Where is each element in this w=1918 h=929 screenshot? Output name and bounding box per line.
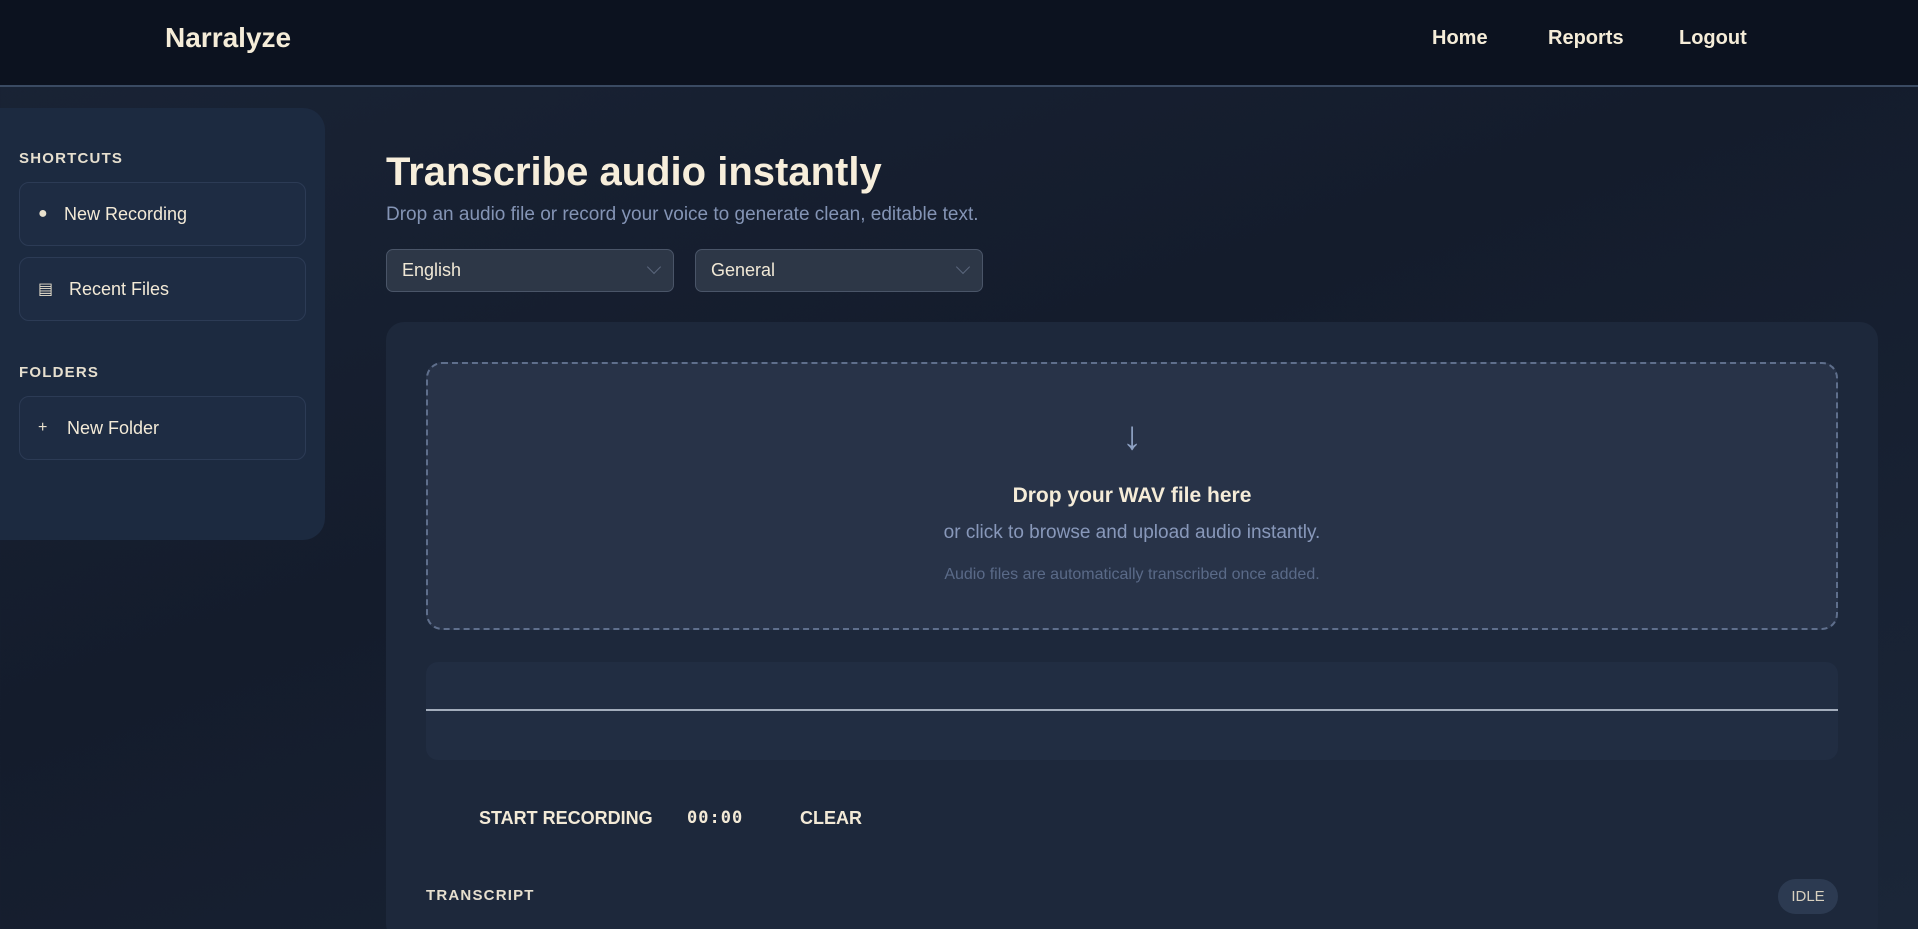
clear-button[interactable]: CLEAR: [800, 808, 862, 829]
nav-reports-link[interactable]: Reports: [1548, 27, 1624, 50]
nav-home-link[interactable]: Home: [1432, 27, 1488, 50]
waveform-line: [426, 709, 1838, 711]
download-arrow-icon: ↓: [1122, 414, 1142, 458]
waveform-display: [426, 662, 1838, 760]
sidebar-item-label: New Folder: [67, 417, 160, 438]
dropzone-title: Drop your WAV file here: [1012, 484, 1252, 507]
shortcuts-heading: SHORTCUTS: [19, 150, 124, 167]
chevron-down-icon: [646, 259, 662, 275]
sidebar-item-new-folder[interactable]: + New Folder: [19, 396, 306, 460]
record-dot-icon: ●: [38, 205, 48, 222]
sidebar-item-label: Recent Files: [69, 278, 170, 299]
page-subtitle: Drop an audio file or record your voice …: [386, 204, 979, 225]
plus-icon: +: [38, 419, 48, 436]
top-navbar: Narralyze Home Reports Logout: [0, 0, 1918, 87]
language-select-value: English: [402, 260, 462, 280]
status-badge: IDLE: [1778, 879, 1838, 914]
mode-select[interactable]: General: [695, 249, 983, 292]
list-icon: ▤: [38, 281, 54, 298]
nav-logout-link[interactable]: Logout: [1679, 27, 1747, 50]
brand-logo[interactable]: Narralyze: [165, 22, 291, 54]
sidebar: SHORTCUTS ● New Recording ▤ Recent Files…: [0, 108, 325, 540]
audio-dropzone[interactable]: ↓ Drop your WAV file here or click to br…: [426, 362, 1838, 630]
dropzone-note: Audio files are automatically transcribe…: [944, 566, 1320, 583]
chevron-down-icon: [955, 259, 971, 275]
language-select[interactable]: English: [386, 249, 674, 292]
sidebar-item-label: New Recording: [64, 203, 188, 224]
recording-timer: 00:00: [687, 808, 744, 828]
transcript-heading: TRANSCRIPT: [426, 887, 535, 904]
mode-select-value: General: [711, 260, 776, 280]
dropzone-subtitle: or click to browse and upload audio inst…: [943, 522, 1321, 543]
start-recording-button[interactable]: START RECORDING: [479, 808, 653, 829]
folders-heading: FOLDERS: [19, 364, 100, 381]
sidebar-item-new-recording[interactable]: ● New Recording: [19, 182, 306, 246]
sidebar-item-recent-files[interactable]: ▤ Recent Files: [19, 257, 306, 321]
page-title: Transcribe audio instantly: [386, 150, 882, 194]
